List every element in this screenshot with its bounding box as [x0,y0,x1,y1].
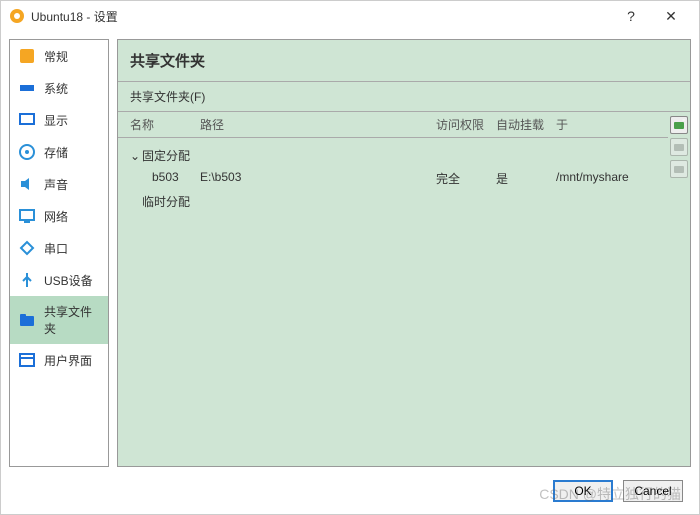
col-name[interactable]: 名称 [130,116,200,133]
group-temp-label: 临时分配 [142,193,190,210]
app-icon [9,8,25,24]
general-icon [18,47,36,65]
system-icon [18,79,36,97]
sidebar-item-3[interactable]: 存储 [10,136,108,168]
folders-table: 名称 路径 访问权限 自动挂载 于 ⌄ 固定分配 b503 E:\b503 完全 [118,112,668,466]
sidebar-item-label: 显示 [44,112,68,129]
sidebar-item-9[interactable]: 用户界面 [10,344,108,376]
table-header: 名称 路径 访问权限 自动挂载 于 [118,112,668,138]
col-perm[interactable]: 访问权限 [436,116,496,133]
sidebar-item-label: 用户界面 [44,352,92,369]
sidebar-item-6[interactable]: 串口 [10,232,108,264]
sidebar-item-2[interactable]: 显示 [10,104,108,136]
col-path[interactable]: 路径 [200,116,436,133]
cell-at: /mnt/myshare [556,170,656,187]
audio-icon [18,175,36,193]
sidebar-item-label: 声音 [44,176,68,193]
group-fixed-label: 固定分配 [142,147,190,164]
col-at[interactable]: 于 [556,116,656,133]
storage-icon [18,143,36,161]
main-area: 常规系统显示存储声音网络串口USB设备共享文件夹用户界面 共享文件夹 共享文件夹… [1,31,699,475]
sidebar-item-label: 串口 [44,240,68,257]
dialog-footer: OK Cancel [1,475,699,507]
sidebar-item-label: USB设备 [44,272,93,289]
close-button[interactable]: ✕ [651,8,691,25]
remove-folder-button[interactable] [670,160,688,178]
add-folder-button[interactable]: + [670,116,688,134]
titlebar: Ubuntu18 - 设置 ? ✕ [1,1,699,31]
svg-text:+: + [682,119,685,127]
sidebar-item-label: 存储 [44,144,68,161]
table-tools: + [668,112,690,466]
section-label: 共享文件夹(F) [118,82,690,112]
sidebar-item-label: 网络 [44,208,68,225]
sidebar-item-4[interactable]: 声音 [10,168,108,200]
sidebar-item-0[interactable]: 常规 [10,40,108,72]
shared-folders-panel: 共享文件夹 共享文件夹(F) 名称 路径 访问权限 自动挂载 于 ⌄ 固定分配 [117,39,691,467]
ui-icon [18,351,36,369]
network-icon [18,207,36,225]
serial-icon [18,239,36,257]
cell-name: b503 [152,170,200,187]
cell-perm: 完全 [436,170,496,187]
ok-button[interactable]: OK [553,480,613,502]
panel-title: 共享文件夹 [118,40,690,82]
group-fixed[interactable]: ⌄ 固定分配 [130,144,656,167]
cell-auto: 是 [496,170,556,187]
window-title: Ubuntu18 - 设置 [31,8,611,25]
folders-table-wrap: 名称 路径 访问权限 自动挂载 于 ⌄ 固定分配 b503 E:\b503 完全 [118,112,690,466]
sidebar-item-5[interactable]: 网络 [10,200,108,232]
settings-sidebar: 常规系统显示存储声音网络串口 USB设备共享文件夹用户界面 [9,39,109,467]
display-icon [18,111,36,129]
chevron-down-icon: ⌄ [130,149,138,163]
sidebar-item-label: 常规 [44,48,68,65]
col-auto[interactable]: 自动挂载 [496,116,556,133]
folder-icon [18,311,36,329]
sidebar-item-7[interactable]: USB设备 [10,264,108,296]
usb-icon [18,271,36,289]
cancel-button[interactable]: Cancel [623,480,683,502]
group-temp[interactable]: 临时分配 [130,190,656,213]
edit-folder-button[interactable] [670,138,688,156]
sidebar-item-1[interactable]: 系统 [10,72,108,104]
sidebar-item-8[interactable]: 共享文件夹 [10,296,108,344]
help-button[interactable]: ? [611,8,651,24]
sidebar-item-label: 共享文件夹 [44,303,100,337]
sidebar-item-label: 系统 [44,80,68,97]
table-row[interactable]: b503 E:\b503 完全 是 /mnt/myshare [130,167,656,190]
cell-path: E:\b503 [200,170,436,187]
table-body: ⌄ 固定分配 b503 E:\b503 完全 是 /mnt/myshare 临时… [118,138,668,219]
